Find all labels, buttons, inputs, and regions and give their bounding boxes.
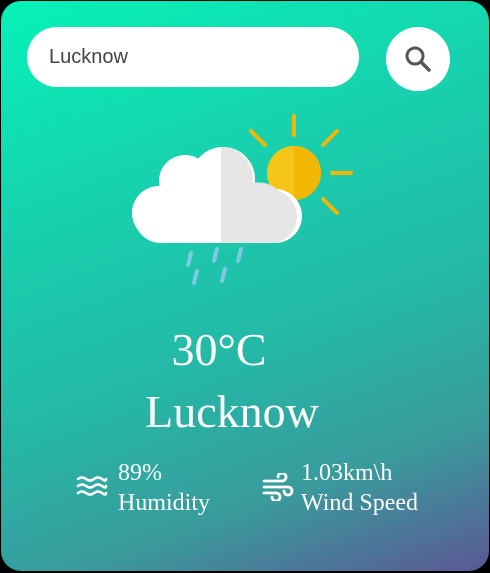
search-button[interactable]: [386, 27, 450, 91]
humidity-value: 89%: [118, 460, 162, 486]
wind-value: 1.03km\h: [301, 460, 393, 486]
rain-sun-cloud-icon: [132, 114, 353, 285]
temperature: 30°C: [171, 324, 267, 375]
weather-card: 30°C Lucknow 89% Humidity 1.03km\h Wind …: [1, 1, 489, 571]
search-icon: [405, 46, 431, 72]
humidity-waves-icon: [76, 476, 108, 496]
wind-label: Wind Speed: [301, 490, 419, 516]
wind-icon: [262, 473, 294, 501]
search-input[interactable]: [27, 27, 359, 87]
humidity-label: Humidity: [118, 490, 211, 516]
city-name: Lucknow: [145, 386, 319, 437]
